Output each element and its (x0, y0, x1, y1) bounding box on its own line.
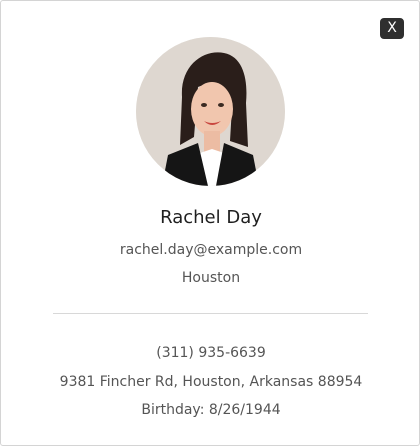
divider (53, 313, 368, 314)
profile-city: Houston (181, 270, 241, 286)
close-button[interactable]: X (380, 18, 404, 39)
profile-birthday: Birthday: 8/26/1944 (141, 402, 281, 418)
avatar (136, 37, 285, 186)
profile-phone: (311) 935-6639 (156, 345, 266, 361)
profile-photo-icon (136, 37, 285, 186)
profile-address: 9381 Fincher Rd, Houston, Arkansas 88954 (59, 374, 363, 390)
profile-name: Rachel Day (160, 207, 262, 228)
profile-card: X Rachel Day rachel.day@example.com Hous… (0, 0, 420, 446)
profile-email: rachel.day@example.com (119, 242, 303, 258)
